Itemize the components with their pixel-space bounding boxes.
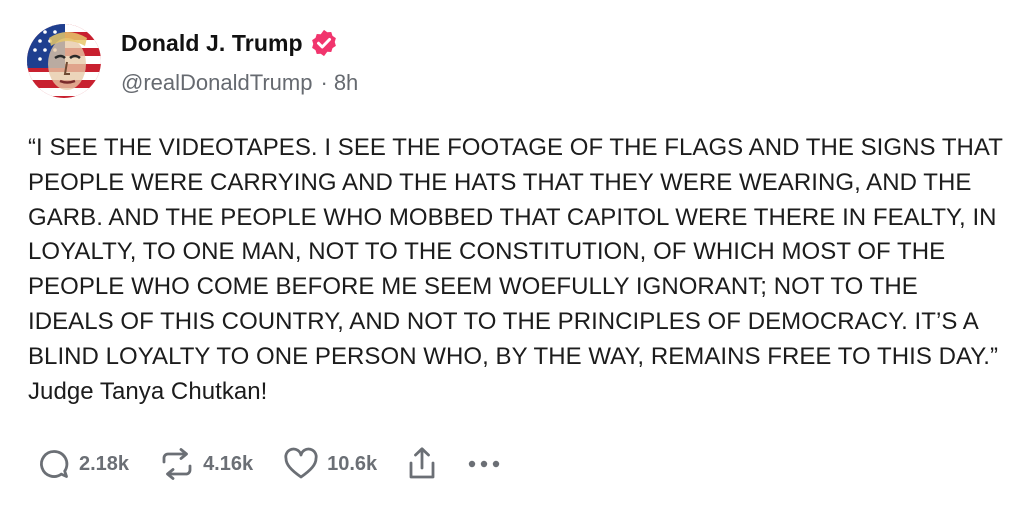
author-meta-row: @realDonaldTrump · 8h xyxy=(121,70,358,96)
author-display-name[interactable]: Donald J. Trump xyxy=(121,30,303,57)
more-button[interactable] xyxy=(467,459,501,469)
share-icon xyxy=(409,447,435,479)
like-count: 10.6k xyxy=(327,452,378,475)
repost-icon xyxy=(162,448,192,480)
post-actions: 2.18k 4.16k 10.6k xyxy=(37,446,531,482)
avatar-image xyxy=(27,24,101,98)
author-handle[interactable]: @realDonaldTrump xyxy=(121,70,312,96)
verified-badge-icon xyxy=(309,28,339,58)
share-button[interactable] xyxy=(407,446,437,482)
repost-button[interactable]: 4.16k xyxy=(159,447,253,481)
reply-button[interactable]: 2.18k xyxy=(37,447,129,481)
author-name-row: Donald J. Trump xyxy=(121,28,339,58)
like-button[interactable]: 10.6k xyxy=(283,447,377,481)
repost-count: 4.16k xyxy=(203,452,254,475)
reply-icon xyxy=(40,450,69,478)
post-timestamp[interactable]: 8h xyxy=(334,70,358,96)
post-card: Donald J. Trump @realDonaldTrump · 8h “I… xyxy=(0,0,1023,514)
avatar[interactable] xyxy=(27,24,101,98)
post-body-text: “I SEE THE VIDEOTAPES. I SEE THE FOOTAGE… xyxy=(28,134,1003,405)
more-icon xyxy=(468,460,500,468)
meta-separator: · xyxy=(320,70,328,95)
reply-count: 2.18k xyxy=(79,452,130,475)
heart-icon xyxy=(284,447,318,479)
